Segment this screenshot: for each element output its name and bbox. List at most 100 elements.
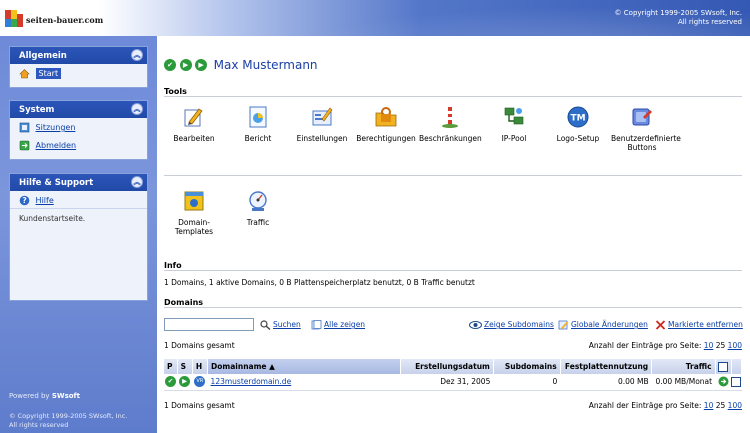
row-checkbox[interactable] — [731, 376, 742, 387]
domain-templates-icon — [184, 191, 204, 211]
user-name: Max Mustermann — [213, 58, 318, 72]
total-count-bottom: 1 Domains gesamt — [164, 401, 235, 410]
divider — [164, 96, 742, 97]
per-page-option[interactable]: 100 — [728, 401, 742, 410]
sidebar: Allgemein ︽ Start System ︽ Sitzungen Abm… — [0, 36, 157, 433]
sidebar-item-abmelden[interactable]: Abmelden — [10, 136, 147, 154]
select-all-checkbox[interactable] — [718, 361, 729, 372]
tool-ip-pool[interactable]: IP-Pool — [483, 105, 545, 143]
per-page-selector-bottom: Anzahl der Einträge pro Seite: 10 25 100 — [588, 401, 742, 410]
tool-logo-setup[interactable]: TM Logo-Setup — [547, 105, 609, 143]
play-icon: ▶ — [179, 59, 192, 71]
main-content: ✔ ▶ ▶ Max Mustermann Tools Bearbeiten Be… — [157, 36, 750, 433]
play-icon: ▶ — [179, 376, 191, 388]
logo: seiten-bauer.com — [4, 4, 104, 32]
table-header-row: P S H Domainname ▲ Erstellungsdatum Subd… — [164, 359, 743, 374]
per-page-option[interactable]: 10 — [704, 401, 714, 410]
col-select — [715, 359, 732, 374]
info-heading: Info — [164, 261, 182, 270]
help-icon: ? — [19, 195, 30, 206]
search-input[interactable] — [164, 318, 254, 331]
cell-go — [715, 374, 732, 391]
play-icon: ▶ — [195, 59, 208, 71]
total-count: 1 Domains gesamt — [164, 341, 235, 350]
global-changes-button[interactable]: Globale Änderungen — [558, 320, 648, 330]
remove-selected-button[interactable]: Markierte entfernen — [655, 320, 743, 330]
cell-s: ▶ — [177, 374, 193, 391]
custom-buttons-icon — [632, 108, 652, 126]
powered-by: Powered by SWsoft — [9, 392, 80, 400]
divider — [164, 307, 742, 308]
cell-subdomains: 0 — [493, 374, 561, 391]
col-h: H — [192, 359, 209, 374]
panel-title: Allgemein ︽ — [10, 47, 147, 64]
show-subdomains-button[interactable]: Zeige Subdomains — [469, 320, 554, 330]
permissions-icon — [375, 107, 397, 127]
per-page-option-current: 25 — [715, 401, 726, 410]
home-icon — [19, 69, 30, 79]
sessions-icon — [19, 122, 30, 133]
settings-icon — [312, 107, 333, 126]
tool-traffic[interactable]: Traffic — [227, 189, 289, 227]
col-festplattennutzung[interactable]: Festplattennutzung — [560, 359, 653, 374]
panel-hilfe-support: Hilfe & Support ︽ ? Hilfe Kundenstartsei… — [9, 173, 148, 301]
delete-icon — [655, 320, 666, 330]
panel-description: Kundenstartseite. — [19, 214, 86, 223]
per-page-option[interactable]: 100 — [728, 341, 742, 350]
tool-einstellungen[interactable]: Einstellungen — [291, 105, 353, 143]
tool-beschraenkungen[interactable]: Beschränkungen — [419, 105, 482, 143]
cell-traffic: 0.00 MB/Monat — [651, 374, 716, 391]
search-icon — [260, 320, 271, 330]
go-arrow-icon[interactable] — [718, 376, 729, 387]
cell-erstellungsdatum: Dez 31, 2005 — [400, 374, 494, 391]
collapse-icon[interactable]: ︽ — [131, 176, 143, 188]
ip-pool-icon — [504, 107, 524, 125]
sidebar-copyright: © Copyright 1999-2005 SWsoft, Inc. All r… — [9, 412, 128, 429]
show-all-icon — [311, 320, 322, 330]
col-s: S — [177, 359, 193, 374]
per-page-option[interactable]: 10 — [704, 341, 714, 350]
col-spacer — [731, 359, 743, 374]
info-text: 1 Domains, 1 aktive Domains, 0 B Platten… — [164, 278, 475, 287]
cell-h: VR — [192, 374, 208, 391]
swsoft-logo: SWsoft — [51, 392, 80, 400]
show-all-button[interactable]: Alle zeigen — [311, 320, 365, 330]
limits-icon — [442, 107, 458, 128]
svg-text:?: ? — [22, 196, 26, 205]
tool-bearbeiten[interactable]: Bearbeiten — [163, 105, 225, 143]
collapse-icon[interactable]: ︽ — [131, 103, 143, 115]
header-bar: seiten-bauer.com © Copyright 1999-2005 S… — [0, 0, 750, 36]
col-domainname[interactable]: Domainname ▲ — [207, 359, 401, 374]
header-copyright: © Copyright 1999-2005 SWsoft, Inc. All r… — [614, 9, 742, 26]
domain-link[interactable]: 123musterdomain.de — [211, 377, 292, 386]
cell-festplattennutzung: 0.00 MB — [560, 374, 652, 391]
panel-allgemein: Allgemein ︽ Start — [9, 46, 148, 88]
status-ok-icon: ✔ — [165, 376, 176, 388]
tool-berechtigungen[interactable]: Berechtigungen — [355, 105, 417, 143]
per-page-option-current: 25 — [715, 341, 726, 350]
col-traffic[interactable]: Traffic — [651, 359, 716, 374]
report-icon — [249, 106, 267, 128]
sidebar-item-hilfe[interactable]: ? Hilfe — [10, 191, 147, 209]
status-ok-icon: ✔ — [164, 59, 176, 71]
tool-benutzerdefinierte-buttons[interactable]: Benutzerdefinierte Buttons — [611, 105, 681, 152]
hosting-icon: VR — [194, 376, 206, 388]
col-erstellungsdatum[interactable]: Erstellungsdatum — [400, 359, 494, 374]
panel-system: System ︽ Sitzungen Abmelden — [9, 100, 148, 160]
traffic-icon — [249, 191, 267, 211]
tool-bericht[interactable]: Bericht — [227, 105, 289, 143]
global-changes-icon — [558, 320, 569, 330]
edit-icon — [184, 108, 203, 127]
collapse-icon[interactable]: ︽ — [131, 49, 143, 61]
col-subdomains[interactable]: Subdomains — [493, 359, 561, 374]
search-button[interactable]: Suchen — [260, 320, 301, 330]
logo-setup-icon: TM — [567, 106, 589, 128]
logo-cube-icon — [5, 10, 23, 27]
logo-text: seiten-bauer.com — [26, 15, 104, 25]
divider — [164, 175, 742, 176]
sidebar-item-sitzungen[interactable]: Sitzungen — [10, 118, 147, 136]
logout-icon — [19, 140, 30, 151]
tool-domain-templates[interactable]: Domain-Templates — [163, 189, 225, 236]
sidebar-item-start[interactable]: Start — [10, 64, 147, 82]
cell-domainname: 123musterdomain.de — [207, 374, 401, 391]
